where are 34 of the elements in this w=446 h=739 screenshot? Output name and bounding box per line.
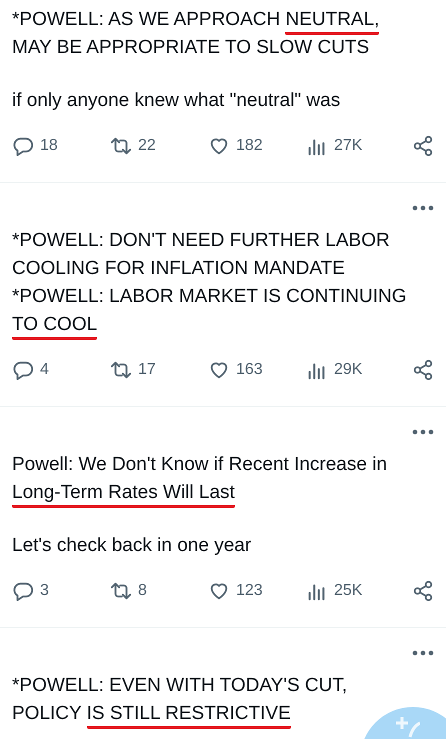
share-button[interactable] — [412, 359, 434, 381]
reply-button[interactable]: 3 — [12, 580, 110, 602]
like-button[interactable]: 163 — [208, 359, 306, 381]
share-icon — [412, 580, 434, 602]
like-button[interactable]: 123 — [208, 580, 306, 602]
repost-button[interactable]: 17 — [110, 359, 208, 381]
post-text: *POWELL: EVEN WITH TODAY'S CUT, POLICY IS STILL RESTRICTIVE — [12, 672, 434, 728]
plus-icon — [396, 715, 420, 739]
more-icon — [412, 205, 434, 211]
views-button[interactable]: 27K — [306, 135, 404, 157]
post-text: Powell: We Don't Know if Recent Increase in Long-Term Rates Will Last — [12, 451, 434, 507]
post-text: if only anyone knew what "neutral" was — [12, 89, 342, 113]
speech-bubble-icon — [12, 359, 34, 381]
more-icon — [412, 650, 434, 656]
repost-button[interactable]: 22 — [110, 135, 208, 157]
share-icon — [412, 359, 434, 381]
repost-icon — [110, 580, 132, 602]
post-text: *POWELL: AS WE APPROACH NEUTRAL, MAY BE APPROPRIATE TO SLOW CUTS — [12, 8, 380, 60]
views-button[interactable]: 25K — [306, 580, 404, 602]
repost-icon — [110, 135, 132, 157]
more-icon — [412, 429, 434, 435]
views-button[interactable]: 29K — [306, 359, 404, 381]
reply-button[interactable]: 18 — [12, 135, 110, 157]
reply-button[interactable]: 4 — [12, 359, 110, 381]
share-button[interactable] — [412, 580, 434, 602]
repost-button[interactable]: 8 — [110, 580, 208, 602]
repost-icon — [110, 359, 132, 381]
share-icon — [412, 135, 434, 157]
post-text: Let's check back in one year — [12, 534, 252, 558]
like-button[interactable]: 182 — [208, 135, 306, 157]
speech-bubble-icon — [12, 135, 34, 157]
share-button[interactable] — [412, 135, 434, 157]
post-text: *POWELL: DON'T NEED FURTHER LABOR COOLING FOR INFLATION MANDATE *POWELL: LABOR MARKET IS CONTINUING TO COOL — [12, 227, 434, 339]
speech-bubble-icon — [12, 580, 34, 602]
